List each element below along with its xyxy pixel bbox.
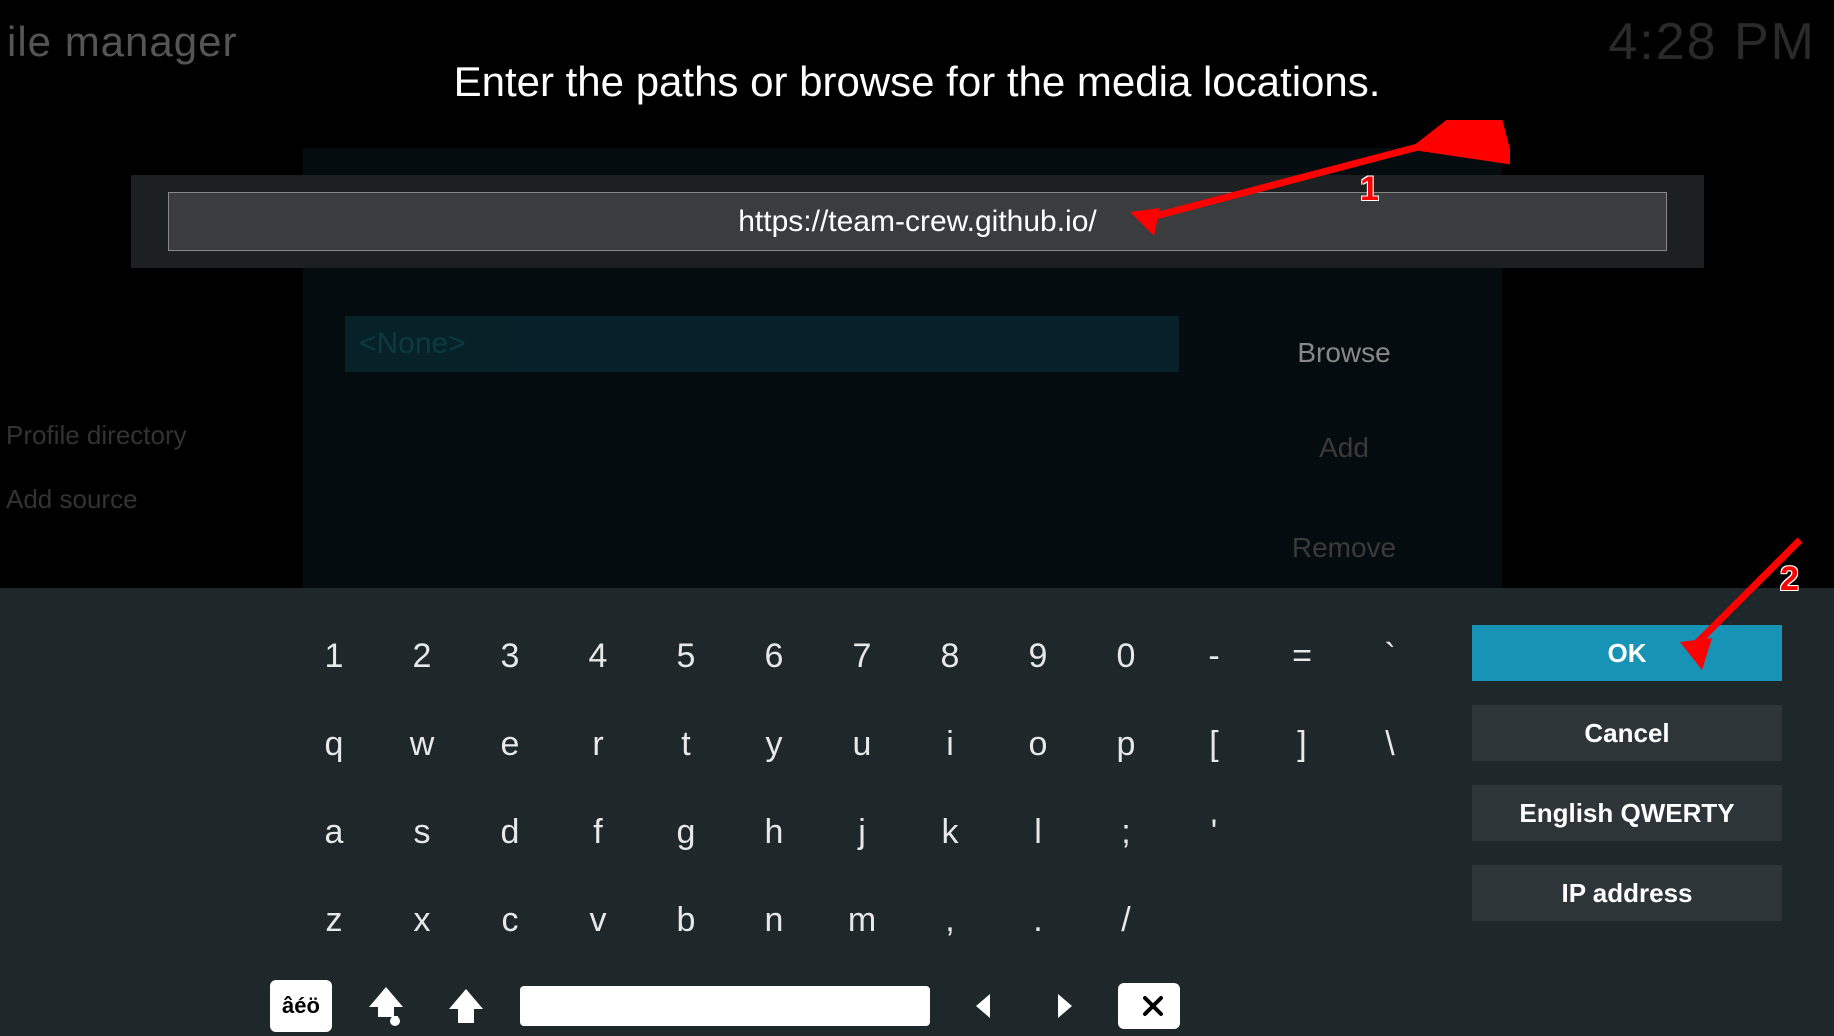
key-h[interactable]: h bbox=[730, 788, 818, 876]
annotation-label-2: 2 bbox=[1780, 560, 1799, 599]
key-`[interactable]: ` bbox=[1346, 612, 1434, 700]
key-p[interactable]: p bbox=[1082, 700, 1170, 788]
key-d[interactable]: d bbox=[466, 788, 554, 876]
key-3[interactable]: 3 bbox=[466, 612, 554, 700]
key-\[interactable]: \ bbox=[1346, 700, 1434, 788]
key-s[interactable]: s bbox=[378, 788, 466, 876]
key-t[interactable]: t bbox=[642, 700, 730, 788]
key-i[interactable]: i bbox=[906, 700, 994, 788]
key-[[interactable]: [ bbox=[1170, 700, 1258, 788]
key-grid: 1234567890-=`qwertyuiop[]\asdfghjkl;'zxc… bbox=[290, 612, 1434, 964]
remove-button-dimmed: Remove bbox=[1199, 520, 1489, 576]
key-v[interactable]: v bbox=[554, 876, 642, 964]
sidebar-item-add-source: Add source bbox=[6, 484, 138, 515]
key-y[interactable]: y bbox=[730, 700, 818, 788]
key-k[interactable]: k bbox=[906, 788, 994, 876]
accent-key[interactable]: âéö bbox=[270, 980, 332, 1032]
key-][interactable]: ] bbox=[1258, 700, 1346, 788]
ok-button[interactable]: OK bbox=[1472, 625, 1782, 681]
key-row: asdfghjkl;' bbox=[290, 788, 1434, 876]
dialog-prompt: Enter the paths or browse for the media … bbox=[0, 58, 1834, 106]
key-g[interactable]: g bbox=[642, 788, 730, 876]
key-q[interactable]: q bbox=[290, 700, 378, 788]
key-b[interactable]: b bbox=[642, 876, 730, 964]
key-6[interactable]: 6 bbox=[730, 612, 818, 700]
key-'[interactable]: ' bbox=[1170, 788, 1258, 876]
key-2[interactable]: 2 bbox=[378, 612, 466, 700]
annotation-label-1: 1 bbox=[1360, 170, 1379, 209]
sidebar-item-profile-directory: Profile directory bbox=[6, 420, 187, 451]
key-c[interactable]: c bbox=[466, 876, 554, 964]
key-4[interactable]: 4 bbox=[554, 612, 642, 700]
key-/[interactable]: / bbox=[1082, 876, 1170, 964]
key-x[interactable]: x bbox=[378, 876, 466, 964]
add-button-dimmed: Add bbox=[1199, 420, 1489, 476]
path-input-container: https://team-crew.github.io/ bbox=[131, 175, 1704, 268]
key--[interactable]: - bbox=[1170, 612, 1258, 700]
key-8[interactable]: 8 bbox=[906, 612, 994, 700]
ip-address-button[interactable]: IP address bbox=[1472, 865, 1782, 921]
key-f[interactable]: f bbox=[554, 788, 642, 876]
key-j[interactable]: j bbox=[818, 788, 906, 876]
key-0[interactable]: 0 bbox=[1082, 612, 1170, 700]
key-e[interactable]: e bbox=[466, 700, 554, 788]
browse-button-dimmed: Browse bbox=[1199, 325, 1489, 381]
key-7[interactable]: 7 bbox=[818, 612, 906, 700]
shift-lock-key[interactable] bbox=[360, 980, 412, 1032]
key-;[interactable]: ; bbox=[1082, 788, 1170, 876]
source-name-field-placeholder: <None> bbox=[345, 316, 1179, 372]
key-5[interactable]: 5 bbox=[642, 612, 730, 700]
key-.[interactable]: . bbox=[994, 876, 1082, 964]
key-r[interactable]: r bbox=[554, 700, 642, 788]
shift-key[interactable] bbox=[440, 980, 492, 1032]
key-row: qwertyuiop[]\ bbox=[290, 700, 1434, 788]
key-z[interactable]: z bbox=[290, 876, 378, 964]
cursor-left-key[interactable] bbox=[958, 980, 1010, 1032]
cursor-right-key[interactable] bbox=[1038, 980, 1090, 1032]
key-m[interactable]: m bbox=[818, 876, 906, 964]
path-input[interactable]: https://team-crew.github.io/ bbox=[168, 192, 1667, 251]
key-w[interactable]: w bbox=[378, 700, 466, 788]
key-9[interactable]: 9 bbox=[994, 612, 1082, 700]
key-o[interactable]: o bbox=[994, 700, 1082, 788]
key-u[interactable]: u bbox=[818, 700, 906, 788]
spacebar-key[interactable] bbox=[520, 986, 930, 1026]
key-1[interactable]: 1 bbox=[290, 612, 378, 700]
key-=[interactable]: = bbox=[1258, 612, 1346, 700]
key-l[interactable]: l bbox=[994, 788, 1082, 876]
keyboard-utility-row: âéö bbox=[270, 980, 1180, 1032]
backspace-key[interactable] bbox=[1118, 983, 1180, 1029]
key-a[interactable]: a bbox=[290, 788, 378, 876]
key-,[interactable]: , bbox=[906, 876, 994, 964]
cancel-button[interactable]: Cancel bbox=[1472, 705, 1782, 761]
key-row: zxcvbnm,./ bbox=[290, 876, 1434, 964]
key-n[interactable]: n bbox=[730, 876, 818, 964]
key-row: 1234567890-=` bbox=[290, 612, 1434, 700]
keyboard-layout-button[interactable]: English QWERTY bbox=[1472, 785, 1782, 841]
